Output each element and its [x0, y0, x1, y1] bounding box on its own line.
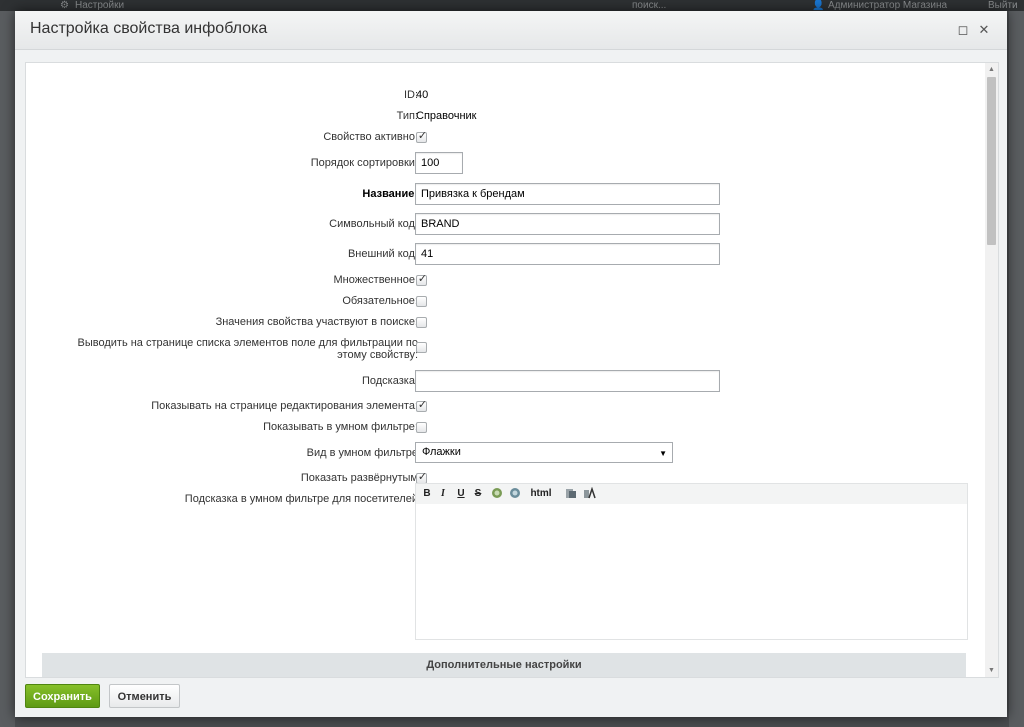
underline-button[interactable]: U [456, 487, 466, 501]
searchable-label: Значения свойства участвуют в поиске: [215, 316, 418, 328]
show-on-edit-checkbox[interactable]: ✓ [416, 399, 428, 412]
type-value: Справочник [416, 110, 477, 122]
editor-toolbar: B I U S html [416, 484, 967, 504]
editor-textarea[interactable] [416, 504, 967, 639]
topbar-logout: Выйти [988, 0, 1018, 11]
format-icon[interactable] [582, 486, 596, 501]
smart-filter-checkbox[interactable] [416, 422, 427, 433]
dialog-footer: Сохранить Отменить [15, 676, 1007, 717]
check-icon: ✓ [417, 399, 428, 411]
link-icon[interactable] [490, 487, 504, 501]
maximize-icon[interactable]: ◻ [955, 22, 971, 38]
multiple-checkbox[interactable]: ✓ [416, 273, 428, 286]
filtrable-checkbox[interactable] [416, 342, 427, 353]
dropdown-arrow-icon: ▼ [659, 449, 667, 458]
scrollbar[interactable]: ▲ ▼ [985, 63, 998, 677]
active-label: Свойство активно: [323, 131, 418, 143]
topbar-settings: Настройки [75, 0, 125, 11]
close-icon[interactable]: ✕ [976, 22, 992, 38]
xml-id-input[interactable]: 41 [415, 243, 720, 265]
id-value: 40 [416, 89, 429, 101]
required-label: Обязательное: [342, 295, 418, 307]
code-input[interactable]: BRAND [415, 213, 720, 235]
property-settings-dialog: Настройка свойства инфоблока ◻ ✕ ▲ ▼ ID:… [15, 11, 1007, 717]
name-label: Название: [362, 188, 418, 200]
hint-input[interactable] [415, 370, 720, 392]
bold-button[interactable]: B [422, 487, 432, 501]
scroll-thumb[interactable] [987, 77, 996, 245]
show-on-edit-label: Показывать на странице редактирования эл… [151, 400, 418, 412]
background-right [1009, 11, 1024, 727]
hint-label: Подсказка: [361, 375, 418, 387]
type-label: Тип: [396, 110, 418, 122]
filter-hint-editor: B I U S html [415, 483, 968, 640]
active-checkbox[interactable]: ✓ [416, 130, 428, 143]
filtrable-label: Выводить на странице списка элементов по… [77, 337, 419, 361]
multiple-label: Множественное: [333, 274, 418, 286]
unlink-icon[interactable] [508, 487, 522, 501]
code-label: Символьный код: [329, 218, 418, 230]
background-topbar: ⚙ Настройки поиск... 👤 Администратор Маг… [0, 0, 1024, 11]
sort-input[interactable]: 100 [415, 152, 463, 174]
settings-icon: ⚙ [60, 0, 69, 11]
scroll-up-icon[interactable]: ▲ [985, 63, 998, 76]
advanced-settings-toggle[interactable]: Дополнительные настройки [42, 653, 966, 677]
sort-label: Порядок сортировки: [310, 157, 418, 169]
save-button[interactable]: Сохранить [25, 684, 100, 708]
required-checkbox[interactable] [416, 296, 427, 307]
cancel-button[interactable]: Отменить [109, 684, 180, 708]
smart-filter-view-value: Флажки [422, 446, 461, 458]
smart-filter-view-select[interactable]: Флажки ▼ [415, 442, 673, 463]
background-left [0, 11, 15, 727]
searchable-checkbox[interactable] [416, 317, 427, 328]
paste-icon[interactable] [564, 487, 578, 501]
italic-button[interactable]: I [438, 487, 448, 501]
smart-filter-label: Показывать в умном фильтре: [263, 421, 418, 433]
dialog-title: Настройка свойства инфоблока [30, 20, 268, 37]
user-icon: 👤 [812, 0, 825, 11]
dialog-content: ▲ ▼ ID: 40 Тип: Справочник Свойство акти… [25, 62, 999, 678]
html-button[interactable]: html [530, 487, 552, 501]
smart-filter-view-label: Вид в умном фильтре [306, 447, 418, 459]
topbar-user: Администратор Магазина [828, 0, 948, 11]
name-input[interactable]: Привязка к брендам [415, 183, 720, 205]
topbar-search: поиск... [632, 0, 667, 11]
show-expanded-label: Показать развёрнутым [300, 472, 418, 484]
check-icon: ✓ [417, 273, 428, 285]
dialog-header: Настройка свойства инфоблока ◻ ✕ [15, 11, 1007, 50]
strike-button[interactable]: S [473, 487, 483, 501]
check-icon: ✓ [417, 130, 428, 142]
filter-hint-label: Подсказка в умном фильтре для посетителе… [184, 493, 418, 505]
xml-id-label: Внешний код: [347, 248, 418, 260]
